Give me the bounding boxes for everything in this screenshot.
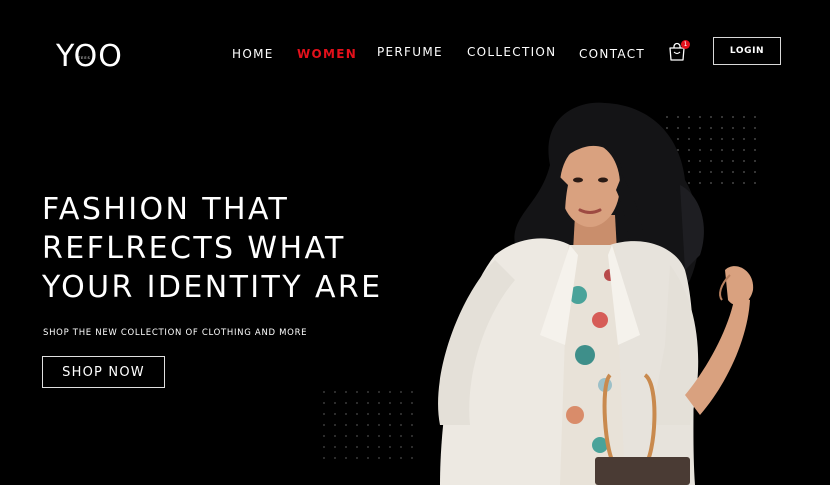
brand-logo[interactable]: YOO TEES — [56, 40, 128, 70]
nav-item-women[interactable]: WOMEN — [297, 47, 357, 61]
hero-title-line-2: REFLRECTS WHAT — [42, 231, 346, 266]
logo-text: YOO — [56, 40, 123, 70]
hero-subtitle: SHOP THE NEW COLLECTION OF CLOTHING AND … — [43, 328, 308, 338]
nav-item-perfume[interactable]: PERFUME — [377, 45, 443, 59]
hero-title-line-1: FASHION THAT — [42, 192, 290, 227]
hero-title-line-3: YOUR IDENTITY ARE — [42, 270, 383, 305]
hero-model-image — [400, 95, 830, 485]
logo-small-text: TEES — [77, 56, 91, 60]
nav-item-contact[interactable]: CONTACT — [579, 47, 645, 61]
shop-now-button[interactable]: SHOP NOW — [42, 356, 165, 388]
nav-item-collection[interactable]: COLLECTION — [467, 45, 556, 59]
cart-button[interactable]: 1 — [667, 40, 691, 64]
logo-mark: YOO TEES — [56, 40, 123, 70]
model-illustration — [438, 102, 754, 485]
hero-title: FASHION THAT REFLRECTS WHAT YOUR IDENTIT… — [42, 190, 422, 307]
nav-item-home[interactable]: HOME — [232, 47, 274, 61]
login-button[interactable]: LOGIN — [713, 37, 781, 65]
cart-count-badge: 1 — [681, 40, 690, 49]
